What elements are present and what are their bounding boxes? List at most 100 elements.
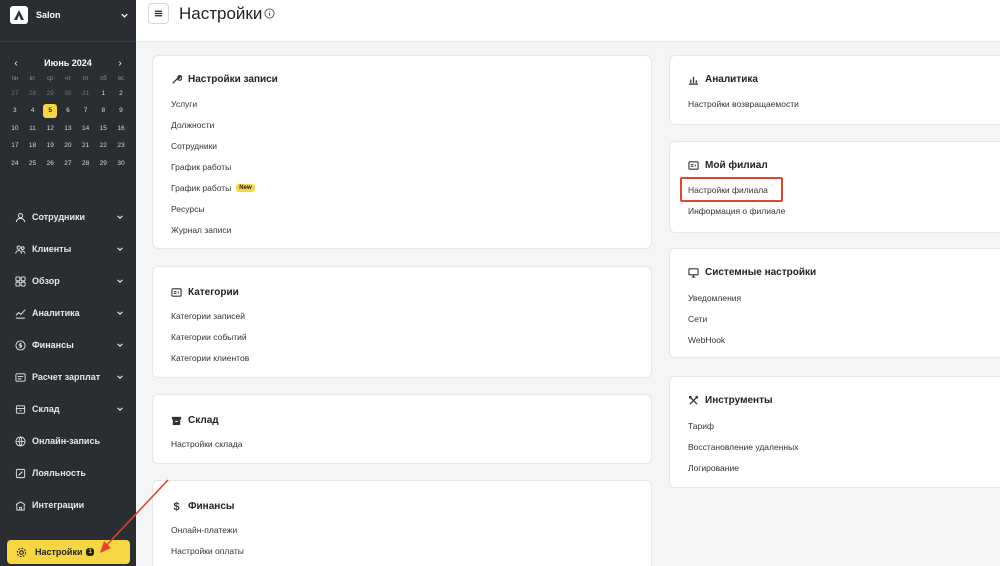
card-booking-settings: Настройки записи Услуги Должности Сотруд… xyxy=(152,55,652,249)
link-branch-info[interactable]: Информация о филиале xyxy=(688,206,785,216)
chevron-down-icon xyxy=(116,245,124,253)
calendar-day[interactable]: 29 xyxy=(94,155,112,172)
sidebar-item-overview[interactable]: Обзор xyxy=(0,265,136,297)
link-notifications[interactable]: Уведомления xyxy=(688,293,741,303)
sidebar-item-payroll[interactable]: Расчет зарплат xyxy=(0,361,136,393)
sidebar-item-settings[interactable]: Настройки 1 xyxy=(7,540,130,564)
link-positions[interactable]: Должности xyxy=(171,120,214,130)
sidebar-item-globe[interactable]: Онлайн-запись xyxy=(0,425,136,457)
calendar-day[interactable]: 27 xyxy=(6,85,24,102)
sidebar-item-user[interactable]: Сотрудники xyxy=(0,201,136,233)
card-title: Настройки записи xyxy=(171,74,278,85)
card-title: Системные настройки xyxy=(688,267,816,278)
sidebar-item-label: Обзор xyxy=(32,276,60,286)
link-label: График работы xyxy=(171,183,232,193)
link-services[interactable]: Услуги xyxy=(171,99,197,109)
link-payment-settings[interactable]: Настройки оплаты xyxy=(171,546,244,556)
calendar-day[interactable]: 25 xyxy=(24,155,42,172)
calendar-day[interactable]: 24 xyxy=(6,155,24,172)
link-tariff[interactable]: Тариф xyxy=(688,421,714,431)
calendar-day[interactable]: 30 xyxy=(112,155,130,172)
calendar-day[interactable]: 12 xyxy=(41,120,59,137)
link-webhook[interactable]: WebHook xyxy=(688,335,725,345)
menu-toggle-button[interactable] xyxy=(148,3,169,24)
calendar-day[interactable]: 16 xyxy=(112,120,130,137)
calendar-day[interactable]: 1 xyxy=(94,85,112,102)
sidebar-item-label: Клиенты xyxy=(32,244,72,254)
sidebar-item-users[interactable]: Клиенты xyxy=(0,233,136,265)
calendar-day[interactable]: 14 xyxy=(77,120,95,137)
info-icon[interactable] xyxy=(264,8,275,19)
link-schedule[interactable]: График работы xyxy=(171,162,231,172)
link-retention-settings[interactable]: Настройки возвращаемости xyxy=(688,99,799,109)
calendar-day[interactable]: 8 xyxy=(94,102,112,119)
sidebar-item-label: Финансы xyxy=(32,340,74,350)
calendar-day[interactable]: 6 xyxy=(59,102,77,119)
chevron-down-icon xyxy=(116,213,124,221)
sidebar-item-label: Настройки xyxy=(35,547,83,557)
calendar-day[interactable]: 31 xyxy=(77,85,95,102)
card-finance: $ Финансы Онлайн-платежи Настройки оплат… xyxy=(152,480,652,566)
calendar-day[interactable]: 2 xyxy=(112,85,130,102)
link-client-categories[interactable]: Категории клиентов xyxy=(171,353,249,363)
calendar-day[interactable]: 23 xyxy=(112,137,130,154)
card-tools: Инструменты Тариф Восстановление удаленн… xyxy=(669,376,1000,488)
bar-chart-icon xyxy=(688,74,699,85)
calendar-day[interactable]: 13 xyxy=(59,120,77,137)
link-warehouse-settings[interactable]: Настройки склада xyxy=(171,439,242,449)
link-resources[interactable]: Ресурсы xyxy=(171,204,205,214)
sidebar-item-analytics[interactable]: Аналитика xyxy=(0,297,136,329)
calendar-weekday: пн xyxy=(11,76,19,82)
box-icon xyxy=(171,415,182,426)
calendar-day[interactable]: 28 xyxy=(77,155,95,172)
calendar-weekday: чт xyxy=(64,76,71,82)
brand-switcher[interactable]: Salon xyxy=(10,5,130,25)
payroll-icon xyxy=(14,371,26,383)
calendar-day[interactable]: 26 xyxy=(41,155,59,172)
calendar-day[interactable]: 29 xyxy=(41,85,59,102)
sidebar-item-loyalty[interactable]: Лояльность xyxy=(0,457,136,489)
divider xyxy=(0,41,136,42)
calendar-day[interactable]: 10 xyxy=(6,120,24,137)
calendar-day-today[interactable]: 5 xyxy=(41,102,59,119)
next-month-button[interactable]: › xyxy=(114,58,126,69)
calendar-day[interactable]: 3 xyxy=(6,102,24,119)
globe-icon xyxy=(14,435,26,447)
link-booking-categories[interactable]: Категории записей xyxy=(171,311,245,321)
calendar-day[interactable]: 28 xyxy=(24,85,42,102)
calendar-day[interactable]: 19 xyxy=(41,137,59,154)
page-title: Настройки xyxy=(179,4,263,23)
prev-month-button[interactable]: ‹ xyxy=(10,58,22,69)
chevron-down-icon xyxy=(116,277,124,285)
calendar-day[interactable]: 27 xyxy=(59,155,77,172)
card-warehouse: Склад Настройки склада xyxy=(152,394,652,464)
sidebar-item-dollar-circle[interactable]: $ Финансы xyxy=(0,329,136,361)
calendar-day[interactable]: 15 xyxy=(94,120,112,137)
link-employees[interactable]: Сотрудники xyxy=(171,141,217,151)
card-title-text: Категории xyxy=(188,287,239,298)
link-networks[interactable]: Сети xyxy=(688,314,707,324)
link-online-payments[interactable]: Онлайн-платежи xyxy=(171,525,237,535)
sidebar-item-label: Лояльность xyxy=(32,468,86,478)
calendar-day[interactable]: 11 xyxy=(24,120,42,137)
sidebar-item-warehouse[interactable]: Склад xyxy=(0,393,136,425)
integrations-icon xyxy=(14,499,26,511)
link-booking-journal[interactable]: Журнал записи xyxy=(171,225,231,235)
link-event-categories[interactable]: Категории событий xyxy=(171,332,247,342)
calendar-day[interactable]: 9 xyxy=(112,102,130,119)
link-restore-deleted[interactable]: Восстановление удаленных xyxy=(688,442,798,452)
calendar-day[interactable]: 7 xyxy=(77,102,95,119)
calendar-day[interactable]: 18 xyxy=(24,137,42,154)
link-logging[interactable]: Логирование xyxy=(688,463,739,473)
calendar-day[interactable]: 22 xyxy=(94,137,112,154)
sidebar: Salon ‹ Июнь 2024 › пн вт ср чт пт сб вс 27 28 29… xyxy=(0,0,136,566)
sidebar-item-integrations[interactable]: Интеграции xyxy=(0,489,136,521)
calendar-day[interactable]: 30 xyxy=(59,85,77,102)
loyalty-icon xyxy=(14,467,26,479)
calendar-day[interactable]: 4 xyxy=(24,102,42,119)
calendar-day[interactable]: 20 xyxy=(59,137,77,154)
calendar-day[interactable]: 17 xyxy=(6,137,24,154)
card-title-text: Настройки записи xyxy=(188,74,278,85)
calendar-day[interactable]: 21 xyxy=(77,137,95,154)
link-schedule-new[interactable]: График работы New xyxy=(171,183,255,193)
